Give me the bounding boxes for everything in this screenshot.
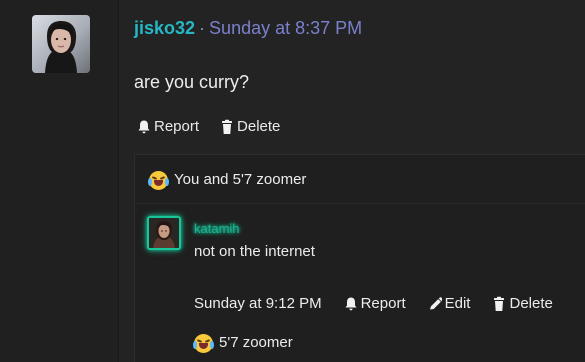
post-author-username[interactable]: jisko32 [134,18,195,38]
comment-message: not on the internet [194,243,315,260]
profile-photo-icon [149,218,179,248]
trash-icon [492,296,506,312]
post-likes-summary[interactable]: You and 5'7 zoomer [148,170,307,190]
post-timestamp[interactable]: Sunday at 8:37 PM [209,18,362,38]
comment-author-avatar[interactable] [147,216,181,250]
comment-delete-label: Delete [509,295,553,312]
comment-report-button[interactable]: Report [344,294,406,314]
comment-timestamp[interactable]: Sunday at 9:12 PM [194,294,322,314]
post-delete-button[interactable]: Delete [220,117,280,137]
post-report-label: Report [154,118,200,135]
comment-edit-button[interactable]: Edit [428,294,471,314]
comment-actions: Sunday at 9:12 PM Report Edit Delete [194,294,553,314]
laughing-crying-emoji-icon [193,333,214,353]
post-likes-text: You and 5'7 zoomer [174,171,307,188]
pencil-icon [428,296,442,312]
post-delete-label: Delete [237,118,281,135]
post-report-button[interactable]: Report [137,117,199,137]
comment-report-label: Report [360,295,406,312]
reply-section: You and 5'7 zoomer katamih not on the in… [134,154,585,362]
header-separator: · [199,18,206,38]
comment-edit-label: Edit [444,295,471,312]
comment-likes-text: 5'7 zoomer [219,334,293,351]
post-author-avatar[interactable] [32,15,90,73]
comment-author-username[interactable]: katamih [194,221,240,237]
post-actions: Report Delete [137,117,280,137]
reply-divider [135,203,585,204]
post-message: are you curry? [134,72,250,92]
trash-icon [220,119,234,135]
comment-likes-summary[interactable]: 5'7 zoomer [193,333,293,353]
laughing-crying-emoji-icon [148,170,169,190]
bell-icon [344,296,358,312]
comment-timestamp-label: Sunday at 9:12 PM [194,295,322,312]
bell-icon [137,119,151,135]
post-header: jisko32 · Sunday at 8:37 PM [134,17,362,39]
comment-delete-button[interactable]: Delete [492,294,553,314]
profile-photo-icon [32,15,90,73]
thread-page: jisko32 · Sunday at 8:37 PM are you curry?… [0,0,585,362]
